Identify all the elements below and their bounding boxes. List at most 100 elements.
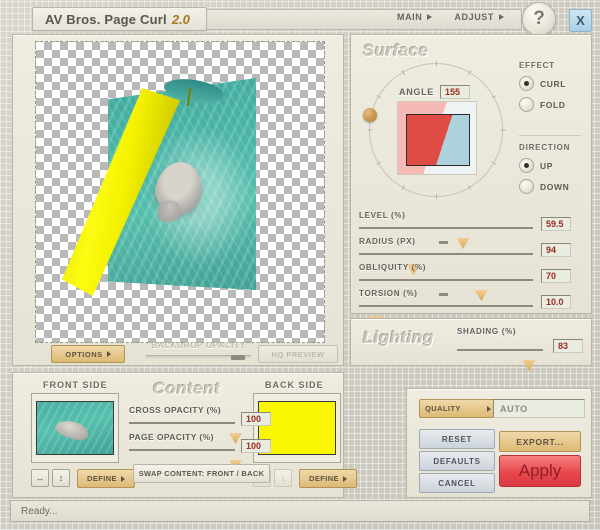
back-flip-vertical-button[interactable]: ↕ <box>274 469 292 487</box>
front-flip-horizontal-button[interactable]: ↔ <box>31 469 49 487</box>
slider-radius: RADIUS (PX) 94 <box>359 237 583 263</box>
menu-main[interactable]: MAIN <box>397 12 432 22</box>
hq-preview-button[interactable]: HQ PREVIEW <box>258 345 338 363</box>
swap-content-button[interactable]: SWAP CONTENT: FRONT / BACK <box>133 464 270 483</box>
apply-button[interactable]: Apply <box>499 455 581 487</box>
angle-dial-knob[interactable] <box>363 108 377 122</box>
direction-group: DIRECTION UP DOWN <box>519 143 581 194</box>
angle-label: ANGLE <box>399 87 434 97</box>
backdrop-opacity-control: BACKDROP OPACITY <box>146 341 251 359</box>
front-flip-vertical-button[interactable]: ↕ <box>52 469 70 487</box>
lighting-title: Lighting <box>363 328 434 348</box>
direction-up-label: UP <box>540 161 553 171</box>
radio-icon <box>519 179 534 194</box>
slider-level: LEVEL (%) 59.5 <box>359 211 583 237</box>
export-button[interactable]: EXPORT... <box>499 431 581 452</box>
dial-tick <box>492 95 497 98</box>
dial-tick <box>468 70 471 75</box>
options-button[interactable]: OPTIONS <box>51 345 125 363</box>
menu-items: MAIN ADJUST <box>397 12 504 22</box>
angle-control: ANGLE 155 <box>399 85 470 99</box>
direction-label: DIRECTION <box>519 143 581 152</box>
level-value[interactable]: 59.5 <box>541 217 571 231</box>
shading-control: SHADING (%) 83 <box>457 327 581 336</box>
radius-value[interactable]: 94 <box>541 243 571 257</box>
content-sliders: CROSS OPACITY (%) 100 PAGE OPACITY (%) 1… <box>129 405 259 459</box>
angle-value[interactable]: 155 <box>440 85 470 99</box>
triangle-right-icon <box>427 14 432 20</box>
direction-option-down[interactable]: DOWN <box>519 179 581 194</box>
effect-option-fold[interactable]: FOLD <box>519 97 581 112</box>
slider-cross-opacity: CROSS OPACITY (%) 100 <box>129 405 259 432</box>
backdrop-opacity-thumb[interactable] <box>231 355 245 360</box>
dial-tick <box>376 162 381 165</box>
dial-tick <box>501 130 506 131</box>
quality-value: AUTO <box>493 399 585 418</box>
triangle-right-icon <box>107 351 111 357</box>
torsion-label: TORSION (%) <box>359 289 418 298</box>
dial-tick <box>436 194 437 199</box>
dial-tick <box>368 130 373 131</box>
cross-opacity-track[interactable] <box>129 422 235 424</box>
dial-tick <box>492 162 497 165</box>
direction-option-up[interactable]: UP <box>519 158 581 173</box>
torsion-track[interactable] <box>359 305 533 307</box>
dial-tick <box>402 70 405 75</box>
effect-fold-label: FOLD <box>540 100 566 110</box>
torsion-value[interactable]: 10.0 <box>541 295 571 309</box>
radius-label: RADIUS (PX) <box>359 237 416 246</box>
shading-thumb[interactable] <box>522 360 535 371</box>
panel-divider <box>519 135 581 136</box>
preview-artwork <box>108 78 256 290</box>
page-opacity-track[interactable] <box>129 449 235 451</box>
cross-opacity-label: CROSS OPACITY (%) <box>129 405 221 415</box>
reset-button[interactable]: RESET <box>419 429 495 449</box>
dial-tick <box>402 185 405 190</box>
dial-tick <box>468 185 471 190</box>
angle-thumbnail-rect <box>406 114 470 166</box>
menu-adjust-label: ADJUST <box>454 12 494 22</box>
status-message: Ready... <box>11 506 58 517</box>
quality-button[interactable]: QUALITY <box>419 399 497 418</box>
menu-adjust[interactable]: ADJUST <box>454 12 504 22</box>
effect-option-curl[interactable]: CURL <box>519 76 581 91</box>
back-define-button[interactable]: DEFINE <box>299 469 357 488</box>
radius-track[interactable] <box>359 253 533 255</box>
quality-label: QUALITY <box>425 404 461 413</box>
level-label: LEVEL (%) <box>359 211 406 220</box>
angle-thumbnail-preview <box>397 101 477 175</box>
shading-track[interactable] <box>457 349 543 351</box>
page-opacity-value[interactable]: 100 <box>241 439 271 453</box>
effect-group: EFFECT CURL FOLD <box>519 61 581 112</box>
front-define-label: DEFINE <box>87 474 117 483</box>
obliquity-track[interactable] <box>359 279 533 281</box>
effect-label: EFFECT <box>519 61 581 70</box>
lighting-panel: Lighting SHADING (%) 83 <box>350 318 592 366</box>
shading-label: SHADING (%) <box>457 327 581 336</box>
action-panel: QUALITY AUTO RESET DEFAULTS CANCEL EXPOR… <box>406 388 592 498</box>
dolphin-figure <box>150 157 207 219</box>
triangle-right-icon <box>487 406 491 412</box>
obliquity-label: OBLIQUITY (%) <box>359 263 426 272</box>
close-button[interactable]: X <box>569 9 592 32</box>
front-side-image <box>36 401 114 455</box>
cancel-button[interactable]: CANCEL <box>419 473 495 493</box>
options-label: OPTIONS <box>65 350 102 359</box>
shading-value[interactable]: 83 <box>553 339 583 353</box>
front-define-button[interactable]: DEFINE <box>77 469 135 488</box>
title-bar: AV Bros. Page Curl 2.0 MAIN ADJUST ? X <box>0 0 600 34</box>
dial-tick <box>376 95 381 98</box>
help-button[interactable]: ? <box>522 2 556 36</box>
obliquity-value[interactable]: 70 <box>541 269 571 283</box>
backdrop-opacity-slider[interactable] <box>146 355 251 359</box>
app-title: AV Bros. Page Curl <box>45 12 167 27</box>
cross-opacity-value[interactable]: 100 <box>241 412 271 426</box>
level-track[interactable] <box>359 227 533 229</box>
preview-canvas[interactable] <box>35 41 325 343</box>
triangle-right-icon <box>343 476 347 482</box>
slider-page-opacity: PAGE OPACITY (%) 100 <box>129 432 259 459</box>
app-version: 2.0 <box>172 12 190 27</box>
front-side-preview[interactable] <box>31 393 119 463</box>
surface-title: Surface <box>363 41 429 61</box>
defaults-button[interactable]: DEFAULTS <box>419 451 495 471</box>
